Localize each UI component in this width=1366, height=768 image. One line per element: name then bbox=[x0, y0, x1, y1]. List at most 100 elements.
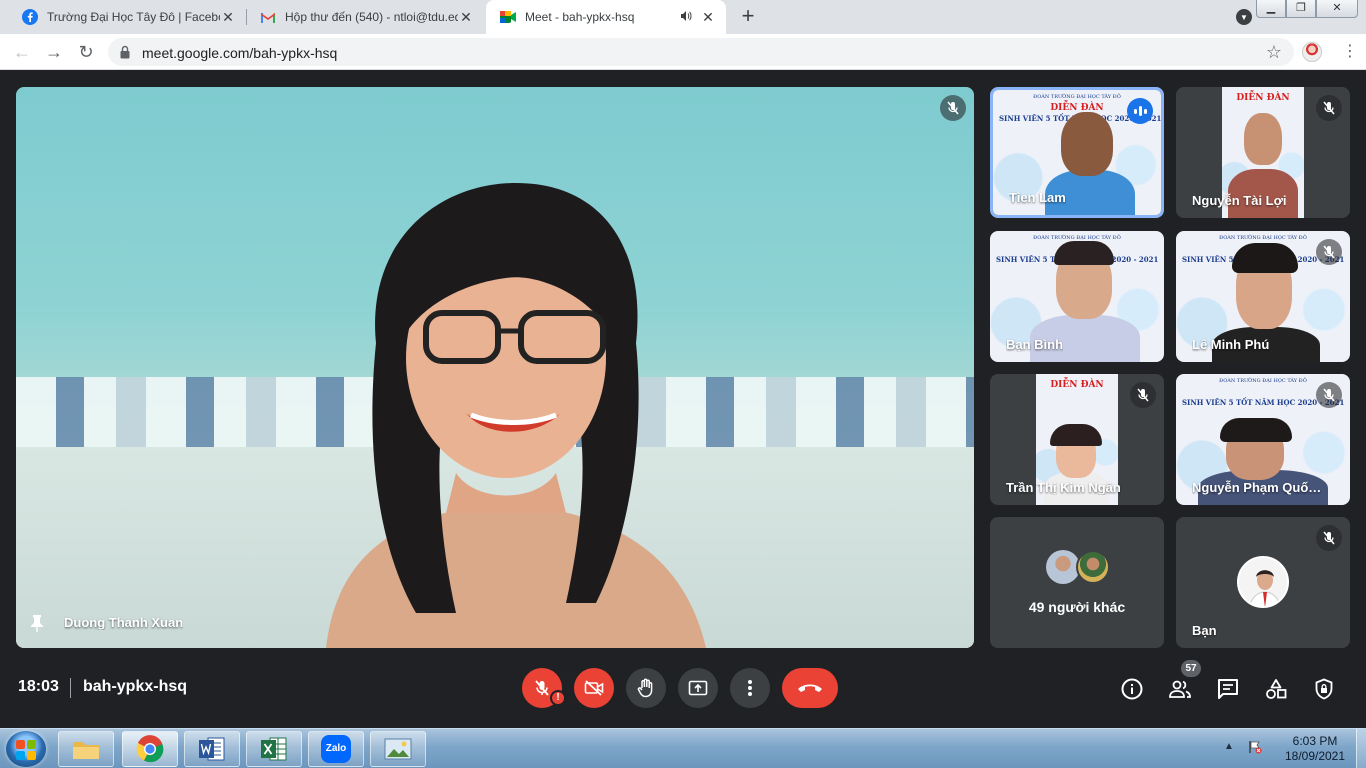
host-controls-button[interactable] bbox=[1311, 676, 1337, 702]
divider bbox=[70, 678, 71, 698]
close-icon[interactable]: ✕ bbox=[220, 9, 236, 25]
show-desktop-button[interactable] bbox=[1356, 729, 1366, 768]
mic-off-icon bbox=[1316, 95, 1342, 121]
profile-avatar[interactable] bbox=[1302, 42, 1322, 62]
mic-off-icon bbox=[940, 95, 966, 121]
restore-icon[interactable]: ❐ bbox=[1286, 0, 1316, 18]
window-controls: ▁ ❐ ✕ bbox=[1256, 0, 1358, 18]
meeting-details-button[interactable] bbox=[1119, 676, 1145, 702]
address-bar[interactable]: meet.google.com/bah-ypkx-hsq ☆ bbox=[108, 38, 1294, 66]
participant-name: Nguyễn Tài Lợi bbox=[1192, 193, 1287, 208]
more-vert-icon bbox=[748, 680, 752, 696]
bookmark-star-icon[interactable]: ☆ bbox=[1266, 42, 1282, 63]
meeting-time: 18:03 bbox=[18, 678, 59, 695]
tab-facebook[interactable]: Trường Đại Học Tây Đô | Facebook ✕ bbox=[8, 0, 246, 34]
mic-off-icon bbox=[1130, 382, 1156, 408]
meet-stage: Duong Thanh Xuan ĐOÀN TRƯỜNG ĐẠI HỌC TÂY… bbox=[0, 70, 1366, 728]
main-video-tile[interactable]: Duong Thanh Xuan bbox=[16, 87, 974, 648]
meet-icon bbox=[500, 9, 516, 25]
file-explorer-icon[interactable] bbox=[58, 731, 114, 767]
action-center-flag-icon[interactable] bbox=[1248, 740, 1262, 754]
tab-meet[interactable]: Meet - bah-ypkx-hsq ✕ bbox=[486, 0, 726, 34]
others-tile[interactable]: 49 người khác bbox=[990, 517, 1164, 648]
close-icon[interactable]: ✕ bbox=[458, 9, 474, 25]
chrome-icon[interactable] bbox=[122, 731, 178, 767]
banner-line-1: ĐOÀN TRƯỜNG ĐẠI HỌC TÂY ĐÔ bbox=[1219, 235, 1307, 241]
lock-icon[interactable] bbox=[120, 45, 130, 59]
raise-hand-button[interactable] bbox=[626, 668, 666, 708]
present-screen-button[interactable] bbox=[678, 668, 718, 708]
participant-tile[interactable]: DIỄN ĐÀN Nguyễn Tài Lợi bbox=[1176, 87, 1350, 218]
banner-line-1: ĐOÀN TRƯỜNG ĐẠI HỌC TÂY ĐÔ bbox=[1033, 94, 1121, 100]
participant-tile[interactable]: ĐOÀN TRƯỜNG ĐẠI HỌC TÂY ĐÔ SINH VIÊN 5 T… bbox=[990, 231, 1164, 362]
minimize-icon[interactable]: ▁ bbox=[1256, 0, 1286, 18]
reload-icon[interactable]: ↻ bbox=[76, 42, 96, 62]
people-icon bbox=[1169, 680, 1191, 698]
avatar bbox=[1076, 550, 1110, 584]
participant-name: Tien Lam bbox=[1009, 190, 1066, 205]
clock-date: 18/09/2021 bbox=[1284, 749, 1346, 763]
new-tab-button[interactable]: + bbox=[736, 5, 760, 29]
participant-name: Nguyễn Phạm Quốc Khánh bbox=[1192, 480, 1328, 495]
mic-off-icon bbox=[1316, 239, 1342, 265]
tab-gmail[interactable]: Hộp thư đến (540) - ntloi@tdu.edu.vn ✕ bbox=[246, 0, 484, 34]
clock-time: 6:03 PM bbox=[1292, 734, 1338, 748]
mic-warning-icon: ! bbox=[550, 690, 566, 706]
tray-expand-icon[interactable]: ▲ bbox=[1224, 741, 1234, 752]
participant-tile[interactable]: ĐOÀN TRƯỜNG ĐẠI HỌC TÂY ĐÔ DIỄN ĐÀN SINH… bbox=[990, 87, 1164, 218]
participant-name: Duong Thanh Xuan bbox=[64, 615, 184, 630]
meeting-code: bah-ypkx-hsq bbox=[83, 678, 188, 695]
speaking-indicator-icon bbox=[1127, 98, 1153, 124]
zalo-label: Zalo bbox=[321, 735, 351, 763]
chat-icon bbox=[1218, 679, 1238, 699]
back-arrow-icon[interactable]: ← bbox=[12, 42, 32, 62]
info-icon bbox=[1121, 678, 1143, 700]
hand-icon bbox=[637, 678, 653, 698]
photo-viewer-icon[interactable] bbox=[370, 731, 426, 767]
participant-name: Bạn Bình bbox=[1006, 337, 1064, 352]
main-participant-video bbox=[326, 183, 706, 648]
participant-tile[interactable]: DIỄN ĐÀN Trần Thị Kim Ngân bbox=[990, 374, 1164, 505]
activities-button[interactable] bbox=[1263, 676, 1289, 702]
camera-off-icon bbox=[584, 680, 604, 696]
participant-face bbox=[1061, 112, 1113, 176]
windows-taskbar: Zalo ▲ 6:03 PM 18/09/2021 bbox=[0, 728, 1366, 768]
pin-icon[interactable] bbox=[30, 614, 44, 632]
word-icon[interactable] bbox=[184, 731, 240, 767]
participant-face bbox=[1244, 113, 1282, 165]
self-tile[interactable]: Bạn bbox=[1176, 517, 1350, 648]
leave-call-button[interactable] bbox=[782, 668, 838, 708]
tab-title: Trường Đại Học Tây Đô | Facebook bbox=[47, 10, 220, 24]
window-close-icon[interactable]: ✕ bbox=[1316, 0, 1358, 18]
close-icon[interactable]: ✕ bbox=[700, 9, 716, 25]
browser-menu-icon[interactable]: ⋮ bbox=[1342, 42, 1358, 62]
more-options-button[interactable] bbox=[730, 668, 770, 708]
shield-lock-icon bbox=[1315, 678, 1333, 700]
zalo-icon[interactable]: Zalo bbox=[308, 731, 364, 767]
participants-button[interactable] bbox=[1167, 676, 1193, 702]
others-count-label: 49 người khác bbox=[1028, 599, 1126, 615]
tab-title: Hộp thư đến (540) - ntloi@tdu.edu.vn bbox=[285, 10, 458, 24]
activities-icon bbox=[1266, 679, 1287, 699]
browser-tab-strip: Trường Đại Học Tây Đô | Facebook ✕ Hộp t… bbox=[0, 0, 1366, 34]
participant-count-badge: 57 bbox=[1181, 660, 1201, 677]
mic-off-icon bbox=[535, 680, 549, 696]
windows-start-button[interactable] bbox=[6, 731, 46, 767]
participant-name: Trần Thị Kim Ngân bbox=[1006, 480, 1121, 495]
self-avatar bbox=[1237, 556, 1289, 608]
speaker-icon[interactable] bbox=[680, 10, 692, 25]
participant-name: Lê Minh Phú bbox=[1192, 337, 1270, 352]
forward-arrow-icon[interactable]: → bbox=[44, 42, 64, 62]
tab-search-icon[interactable]: ▼ bbox=[1236, 9, 1252, 25]
system-clock[interactable]: 6:03 PM 18/09/2021 bbox=[1278, 734, 1352, 764]
url-text: meet.google.com/bah-ypkx-hsq bbox=[142, 45, 338, 61]
self-label: Bạn bbox=[1192, 623, 1217, 638]
chat-button[interactable] bbox=[1215, 676, 1241, 702]
camera-toggle-button[interactable] bbox=[574, 668, 614, 708]
browser-toolbar: ← → ↻ meet.google.com/bah-ypkx-hsq ☆ ⋮ bbox=[0, 34, 1366, 70]
mic-off-icon bbox=[1316, 382, 1342, 408]
participant-tile[interactable]: ĐOÀN TRƯỜNG ĐẠI HỌC TÂY ĐÔ SINH VIÊN 5 T… bbox=[1176, 374, 1350, 505]
participant-tile[interactable]: ĐOÀN TRƯỜNG ĐẠI HỌC TÂY ĐÔ SINH VIÊN 5 T… bbox=[1176, 231, 1350, 362]
excel-icon[interactable] bbox=[246, 731, 302, 767]
banner-line-1: ĐOÀN TRƯỜNG ĐẠI HỌC TÂY ĐÔ bbox=[1219, 378, 1307, 384]
